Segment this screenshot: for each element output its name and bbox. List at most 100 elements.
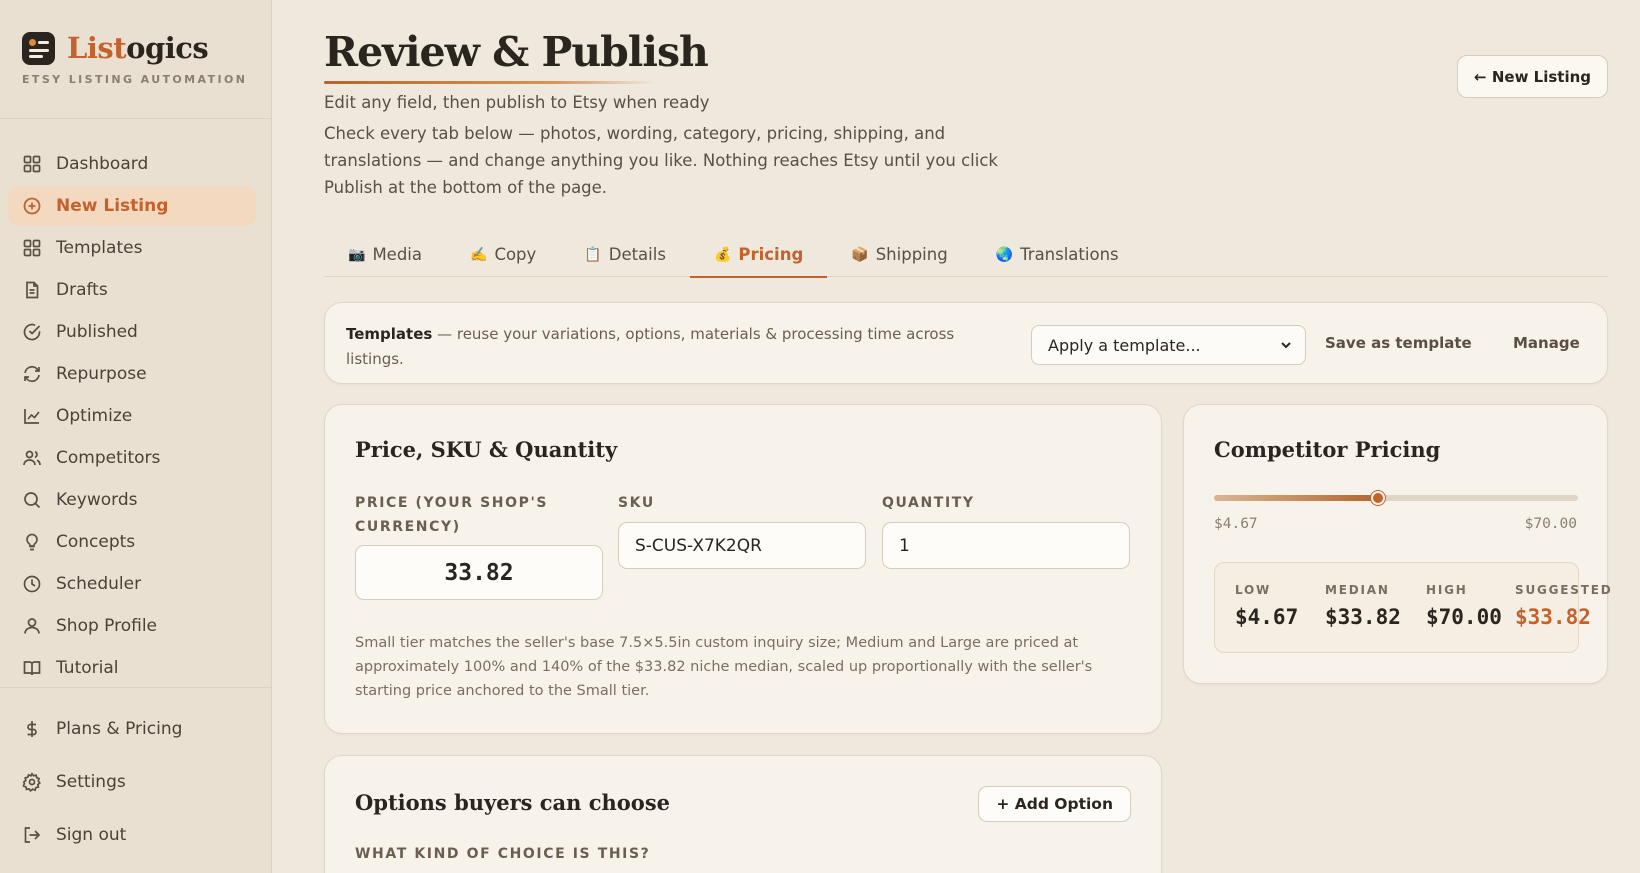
sidebar: Listogics ETSY LISTING AUTOMATION Dashbo… xyxy=(0,0,272,873)
template-select[interactable]: Apply a template... xyxy=(1031,325,1306,365)
users-icon xyxy=(23,450,41,466)
plus-circle-icon xyxy=(23,197,41,215)
options-card: Options buyers can choose + Add Option W… xyxy=(324,755,1162,873)
tab-bar: 📷 Media ✍️ Copy 📋 Details 💰 Pricing 📦 Shippin… xyxy=(324,232,1608,278)
money-bag-icon: 💰 xyxy=(713,246,732,263)
price-sku-quantity-card: Price, SKU & Quantity PRICE (YOUR SHOP'S… xyxy=(324,404,1162,734)
sidebar-item-scheduler[interactable]: Scheduler xyxy=(8,564,256,604)
save-as-template-button[interactable]: Save as template xyxy=(1325,334,1472,352)
manage-templates-button[interactable]: Manage xyxy=(1513,334,1580,352)
sidebar-item-label: Competitors xyxy=(56,448,161,468)
tab-label: Copy xyxy=(494,245,537,264)
tab-translations[interactable]: 🌏 Translations xyxy=(972,232,1143,277)
choice-kind-label: WHAT KIND OF CHOICE IS THIS? xyxy=(355,846,651,862)
tab-label: Translations xyxy=(1020,245,1119,264)
chevron-down-icon xyxy=(1281,342,1291,349)
sidebar-item-plans-pricing[interactable]: Plans & Pricing xyxy=(8,709,256,749)
sidebar-item-label: Optimize xyxy=(56,406,133,426)
stat-high: HIGH $70.00 xyxy=(1426,583,1502,629)
brand[interactable]: Listogics ETSY LISTING AUTOMATION xyxy=(22,31,247,86)
package-icon: 📦 xyxy=(851,246,869,263)
sidebar-item-label: Shop Profile xyxy=(56,616,158,636)
price-range-slider[interactable] xyxy=(1214,491,1578,505)
sidebar-item-label: Repurpose xyxy=(56,364,147,384)
tab-copy[interactable]: ✍️ Copy xyxy=(446,232,560,277)
dollar-icon xyxy=(27,721,37,737)
slider-thumb[interactable] xyxy=(1370,491,1385,505)
tab-label: Details xyxy=(608,245,666,264)
sidebar-item-label: Scheduler xyxy=(56,574,142,594)
tab-details[interactable]: 📋 Details xyxy=(560,232,690,277)
stat-low: LOW $4.67 xyxy=(1235,583,1299,629)
quantity-label: QUANTITY xyxy=(882,495,975,511)
sku-input[interactable]: S-CUS-X7K2QR xyxy=(618,522,866,569)
refresh-icon xyxy=(24,365,40,383)
sidebar-item-sign-out[interactable]: Sign out xyxy=(8,815,256,855)
card-title: Price, SKU & Quantity xyxy=(355,437,618,462)
sidebar-bottom-nav: Plans & Pricing Settings Sign out xyxy=(8,709,256,857)
stat-median: MEDIAN $33.82 xyxy=(1325,583,1401,629)
clipboard-icon: 📋 xyxy=(584,246,602,263)
sidebar-item-label: New Listing xyxy=(56,196,169,216)
sidebar-item-concepts[interactable]: Concepts xyxy=(8,522,256,562)
templates-description: Templates — reuse your variations, optio… xyxy=(346,325,955,368)
tab-shipping[interactable]: 📦 Shipping xyxy=(827,232,971,277)
globe-icon: 🌏 xyxy=(995,246,1014,263)
competitor-stats: LOW $4.67 MEDIAN $33.82 HIGH $70.00 SUGG… xyxy=(1214,562,1611,653)
sidebar-nav: Dashboard New Listing Templates Drafts P… xyxy=(8,144,256,690)
sidebar-item-label: Dashboard xyxy=(56,154,149,174)
sidebar-item-repurpose[interactable]: Repurpose xyxy=(8,354,256,394)
sidebar-item-drafts[interactable]: Drafts xyxy=(8,270,256,310)
writing-hand-icon: ✍️ xyxy=(470,246,488,263)
tab-media[interactable]: 📷 Media xyxy=(324,232,446,277)
sidebar-item-label: Drafts xyxy=(56,280,108,300)
divider xyxy=(0,118,272,119)
sidebar-item-settings[interactable]: Settings xyxy=(8,762,256,802)
sidebar-item-label: Settings xyxy=(56,772,126,792)
sidebar-item-competitors[interactable]: Competitors xyxy=(8,438,256,478)
quantity-input[interactable]: 1 xyxy=(882,522,1130,569)
sidebar-item-published[interactable]: Published xyxy=(8,312,256,352)
brand-name: Listogics xyxy=(67,31,209,65)
sidebar-item-label: Published xyxy=(56,322,138,342)
grid-icon xyxy=(23,239,41,257)
sidebar-item-label: Templates xyxy=(56,238,143,258)
sidebar-item-label: Plans & Pricing xyxy=(56,719,183,739)
sidebar-item-dashboard[interactable]: Dashboard xyxy=(8,144,256,184)
lightbulb-icon xyxy=(26,533,38,551)
clock-icon xyxy=(23,575,41,593)
range-max-label: $70.00 xyxy=(1524,516,1577,532)
pricing-note: Small tier matches the seller's base 7.5… xyxy=(355,635,1093,699)
sidebar-item-keywords[interactable]: Keywords xyxy=(8,480,256,520)
page-title: Review & Publish xyxy=(324,28,709,76)
range-min-label: $4.67 xyxy=(1214,516,1258,532)
new-listing-button[interactable]: ← New Listing xyxy=(1457,55,1608,98)
price-input[interactable]: 33.82 xyxy=(355,545,603,600)
sidebar-item-label: Sign out xyxy=(56,825,127,845)
tab-label: Media xyxy=(372,245,422,264)
document-icon xyxy=(26,281,39,299)
sign-out-icon xyxy=(24,827,41,843)
slider-fill xyxy=(1214,495,1378,501)
tab-label: Shipping xyxy=(875,245,948,264)
add-option-button[interactable]: + Add Option xyxy=(978,786,1131,822)
sidebar-item-label: Concepts xyxy=(56,532,136,552)
grid-icon xyxy=(23,155,41,173)
sidebar-item-label: Tutorial xyxy=(56,658,119,678)
sidebar-item-optimize[interactable]: Optimize xyxy=(8,396,256,436)
sidebar-item-new-listing[interactable]: New Listing xyxy=(8,186,256,226)
sidebar-item-tutorial[interactable]: Tutorial xyxy=(8,648,256,688)
page-subtitle: Edit any field, then publish to Etsy whe… xyxy=(324,93,710,112)
sidebar-item-shop-profile[interactable]: Shop Profile xyxy=(8,606,256,646)
search-icon xyxy=(24,492,41,509)
line-chart-icon xyxy=(24,409,40,424)
book-icon xyxy=(23,661,41,676)
sidebar-item-templates[interactable]: Templates xyxy=(8,228,256,268)
gear-icon xyxy=(22,772,41,792)
tab-pricing[interactable]: 💰 Pricing xyxy=(689,232,828,278)
title-underline xyxy=(324,81,654,84)
divider xyxy=(0,687,272,688)
template-select-value: Apply a template... xyxy=(1048,335,1201,355)
stat-suggested: SUGGESTED $33.82 xyxy=(1515,583,1613,629)
page-description: Check every tab below — photos, wording,… xyxy=(324,124,998,197)
